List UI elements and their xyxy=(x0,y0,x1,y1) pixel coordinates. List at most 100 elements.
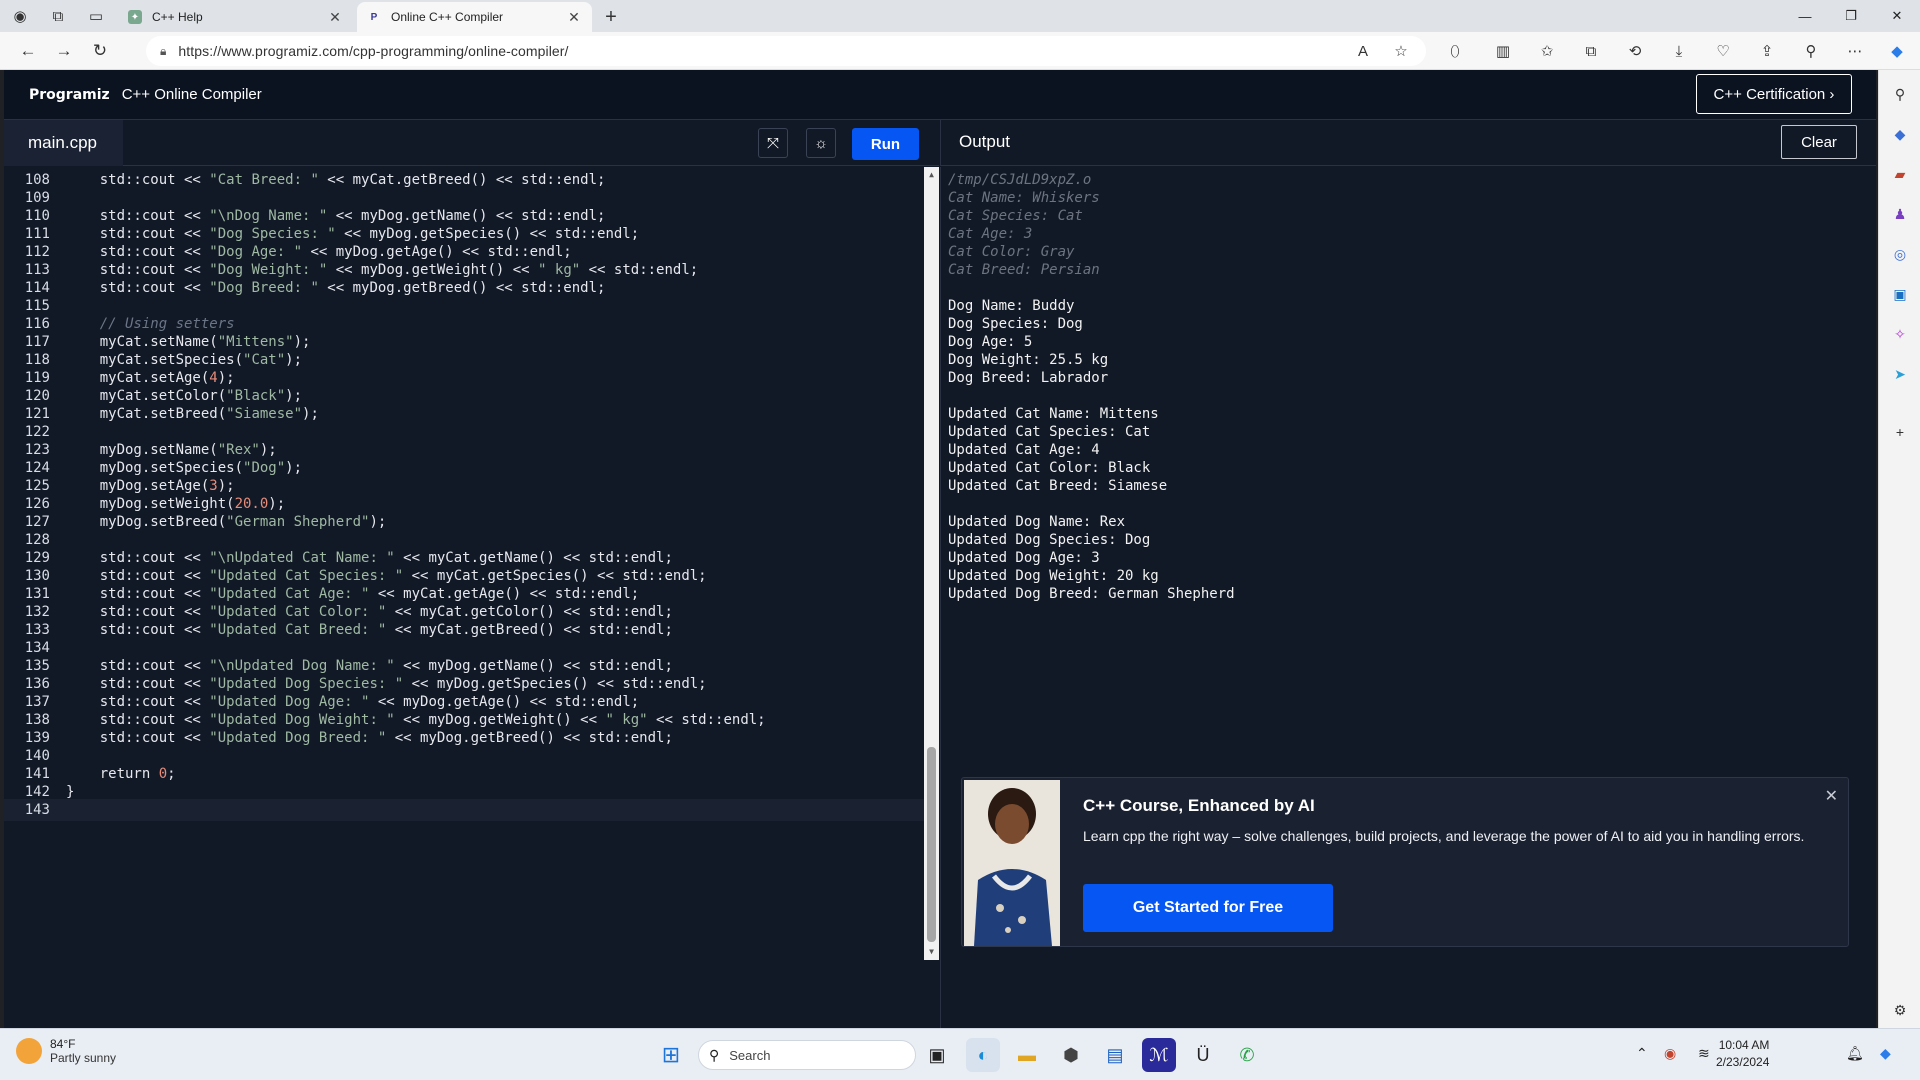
tray-app-icon[interactable]: ◉ xyxy=(1664,1045,1676,1062)
designer-icon[interactable]: ✧ xyxy=(1888,322,1912,346)
output-title: Output xyxy=(959,132,1011,151)
clear-button[interactable]: Clear xyxy=(1781,125,1857,159)
app-cube-icon[interactable]: ⬢ xyxy=(1054,1038,1088,1072)
weather-widget[interactable]: 84°F Partly sunny xyxy=(16,1037,116,1065)
compiler-app: Programiz C++ Online Compiler C++ Certif… xyxy=(4,70,1876,1028)
edge-sidebar: ⚲ ◆ ▰ ♟ ◎ ▣ ✧ ➤ + ⚙ xyxy=(1878,70,1920,1028)
url-text: https://www.programiz.com/cpp-programmin… xyxy=(178,43,569,59)
split-screen-icon[interactable]: ▥ xyxy=(1488,36,1518,66)
send-icon[interactable]: ➤ xyxy=(1888,362,1912,386)
search-icon: ⚲ xyxy=(709,1046,720,1063)
file-explorer-icon[interactable]: ▬ xyxy=(1010,1038,1044,1072)
line-number: 143 xyxy=(24,802,50,818)
tag-icon[interactable]: ◆ xyxy=(1888,122,1912,146)
fullscreen-icon[interactable]: ⤧ xyxy=(758,128,788,158)
code-editor[interactable]: ▲ ▼ 108 std::cout << "Cat Breed: " << my… xyxy=(4,167,939,1028)
extensions-icon[interactable]: ⚲ xyxy=(1796,36,1826,66)
edge-icon[interactable]: ◐ xyxy=(966,1038,1000,1072)
promo-close-icon[interactable]: ✕ xyxy=(1825,786,1838,805)
app-u-icon[interactable]: Ü xyxy=(1186,1038,1220,1072)
window-close-icon[interactable]: ✕ xyxy=(1874,0,1920,32)
task-view-icon[interactable]: ▣ xyxy=(920,1038,954,1072)
windows-taskbar: 84°F Partly sunny ⊞ ⚲ Search ▣ ◐ ▬ ⬢ ▤ ℳ… xyxy=(0,1028,1920,1080)
downloads-icon[interactable]: ⤓ xyxy=(1664,36,1694,66)
clock-time: 10:04 AM xyxy=(1718,1038,1770,1052)
tab-actions-icon[interactable]: ▭ xyxy=(82,2,110,30)
address-bar[interactable]: 🔒︎ https://www.programiz.com/cpp-program… xyxy=(146,36,1426,66)
notification-icon[interactable]: 🔔︎ xyxy=(1846,1045,1864,1062)
outlook-icon[interactable]: ▣ xyxy=(1888,282,1912,306)
promo-title: C++ Course, Enhanced by AI xyxy=(1083,796,1315,815)
vs-icon[interactable]: ℳ xyxy=(1142,1038,1176,1072)
back-icon[interactable]: ← xyxy=(10,36,46,66)
tab-title: C++ Help xyxy=(152,10,203,24)
history-icon[interactable]: ⟲ xyxy=(1620,36,1650,66)
taskbar-search[interactable]: ⚲ Search xyxy=(698,1040,916,1070)
weather-sun-icon xyxy=(16,1038,42,1064)
read-aloud-icon[interactable]: A xyxy=(1348,36,1378,66)
instructor-photo xyxy=(964,780,1060,946)
lock-icon: 🔒︎ xyxy=(160,43,167,58)
file-tab-main-cpp[interactable]: main.cpp xyxy=(4,120,123,166)
course-promo-banner: C++ Course, Enhanced by AI Learn cpp the… xyxy=(961,777,1849,947)
output-console: C++ Course, Enhanced by AI Learn cpp the… xyxy=(940,167,1876,1028)
run-button[interactable]: Run xyxy=(852,128,919,160)
app-header: Programiz C++ Online Compiler C++ Certif… xyxy=(4,70,1876,120)
office-icon[interactable]: ◎ xyxy=(1888,242,1912,266)
search-icon[interactable]: ⚲ xyxy=(1888,82,1912,106)
programiz-favicon-icon: P xyxy=(370,11,378,23)
minimize-icon[interactable]: — xyxy=(1782,0,1828,32)
scroll-down-icon[interactable]: ▼ xyxy=(924,946,939,958)
restore-icon[interactable]: ❐ xyxy=(1828,0,1874,32)
system-clock[interactable]: 10:04 AM 2/23/2024 xyxy=(1716,1037,1769,1071)
whatsapp-icon[interactable]: ✆ xyxy=(1230,1038,1264,1072)
theme-toggle-icon[interactable]: ☼ xyxy=(806,128,836,158)
toolbox-icon[interactable]: ▰ xyxy=(1888,162,1912,186)
games-icon[interactable]: ♟ xyxy=(1888,202,1912,226)
favorite-star-icon[interactable]: ☆ xyxy=(1386,36,1416,66)
get-started-button[interactable]: Get Started for Free xyxy=(1083,884,1333,932)
browser-essentials-icon[interactable]: ♡ xyxy=(1708,36,1738,66)
promo-description: Learn cpp the right way – solve challeng… xyxy=(1083,828,1805,844)
weather-condition: Partly sunny xyxy=(50,1051,117,1065)
editor-scrollbar[interactable]: ▲ ▼ xyxy=(924,167,939,960)
new-tab-icon[interactable]: + xyxy=(596,2,626,32)
scroll-up-icon[interactable]: ▲ xyxy=(924,169,939,181)
sidebar-settings-icon[interactable]: ⚙ xyxy=(1888,998,1912,1022)
chatgpt-favicon-icon: ✦ xyxy=(128,10,142,24)
profile-avatar-icon[interactable]: ◉ xyxy=(6,2,34,30)
tab-close-icon[interactable]: ✕ xyxy=(566,9,582,26)
start-icon[interactable]: ⊞ xyxy=(654,1038,688,1072)
editor-header: main.cpp ⤧ ☼ Run xyxy=(4,120,939,166)
forward-icon[interactable]: → xyxy=(46,36,82,66)
code-line[interactable]: 143 xyxy=(4,799,924,821)
browser-tab-strip: ◉ ⧉ ▭ ✦ C++ Help ✕ P Online C++ Compiler… xyxy=(0,0,1920,32)
wifi-icon[interactable]: ≋ xyxy=(1698,1045,1710,1062)
copilot-icon[interactable]: ◆ xyxy=(1882,36,1912,66)
scrollbar-thumb[interactable] xyxy=(927,747,936,942)
refresh-icon[interactable]: ↻ xyxy=(82,36,118,66)
certification-button[interactable]: C++ Certification › xyxy=(1696,74,1852,114)
more-options-icon[interactable]: ⋯ xyxy=(1840,36,1870,66)
share-icon[interactable]: ⇪ xyxy=(1752,36,1782,66)
output-line: Updated Dog Breed: German Shepherd xyxy=(948,586,1235,602)
store-icon[interactable]: ▤ xyxy=(1098,1038,1132,1072)
app-title: C++ Online Compiler xyxy=(121,86,262,103)
clock-date: 2/23/2024 xyxy=(1716,1055,1770,1069)
add-icon[interactable]: + xyxy=(1888,420,1912,444)
collections-icon[interactable]: ⧉ xyxy=(1576,36,1606,66)
output-line: Cat Breed: Persian xyxy=(948,262,1100,278)
output-line: Updated Cat Breed: Siamese xyxy=(948,478,1168,494)
copilot-taskbar-icon[interactable]: ◆ xyxy=(1880,1045,1891,1062)
weather-temperature: 84°F xyxy=(50,1037,76,1051)
workspaces-icon[interactable]: ⧉ xyxy=(44,2,72,30)
programiz-logo[interactable]: Programiz xyxy=(29,87,110,103)
tab-cpp-help[interactable]: ✦ C++ Help ✕ xyxy=(118,2,353,32)
taskbar-search-label: Search xyxy=(729,1047,771,1063)
tab-online-cpp-compiler[interactable]: P Online C++ Compiler ✕ xyxy=(357,2,592,32)
tray-chevron-icon[interactable]: ⌃ xyxy=(1636,1045,1648,1062)
favorites-icon[interactable]: ✩ xyxy=(1532,36,1562,66)
tab-title: Online C++ Compiler xyxy=(391,10,504,24)
extension-icon[interactable]: ⬯ xyxy=(1440,36,1470,66)
tab-close-icon[interactable]: ✕ xyxy=(327,9,343,26)
